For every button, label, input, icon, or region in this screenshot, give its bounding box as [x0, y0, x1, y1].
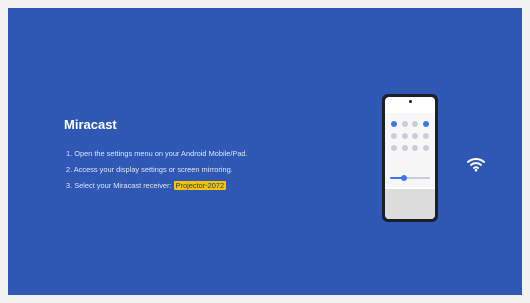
quick-tile: [412, 145, 419, 151]
brightness-knob: [401, 175, 407, 181]
instruction-step-3-text: 3. Select your Miracast receiver:: [66, 181, 174, 190]
quick-tile: [401, 145, 408, 151]
quick-tile: [422, 121, 429, 127]
quick-tile: [412, 133, 419, 139]
instruction-step-1: 1. Open the settings menu on your Androi…: [66, 149, 248, 158]
phone-screen: [385, 97, 435, 219]
receiver-name-badge: Projector-2072: [173, 181, 227, 190]
quick-settings-tiles: [389, 121, 431, 151]
miracast-screen: Miracast 1. Open the settings menu on yo…: [8, 8, 522, 295]
quick-tile: [391, 121, 398, 127]
phone-illustration: [382, 94, 438, 222]
quick-tile: [422, 145, 429, 151]
wifi-icon: [467, 158, 485, 172]
instruction-list: 1. Open the settings menu on your Androi…: [66, 146, 248, 194]
phone-camera: [408, 100, 412, 103]
instruction-step-3: 3. Select your Miracast receiver: Projec…: [66, 178, 248, 194]
page-title: Miracast: [64, 117, 117, 132]
quick-tile: [422, 133, 429, 139]
quick-tile: [401, 121, 408, 127]
quick-tile: [412, 121, 419, 127]
phone-lower-area: [385, 189, 435, 219]
quick-tile: [401, 133, 408, 139]
quick-tile: [391, 133, 398, 139]
quick-tile: [391, 145, 398, 151]
instruction-step-2: 2. Access your display settings or scree…: [66, 165, 233, 174]
brightness-slider: [390, 175, 430, 181]
